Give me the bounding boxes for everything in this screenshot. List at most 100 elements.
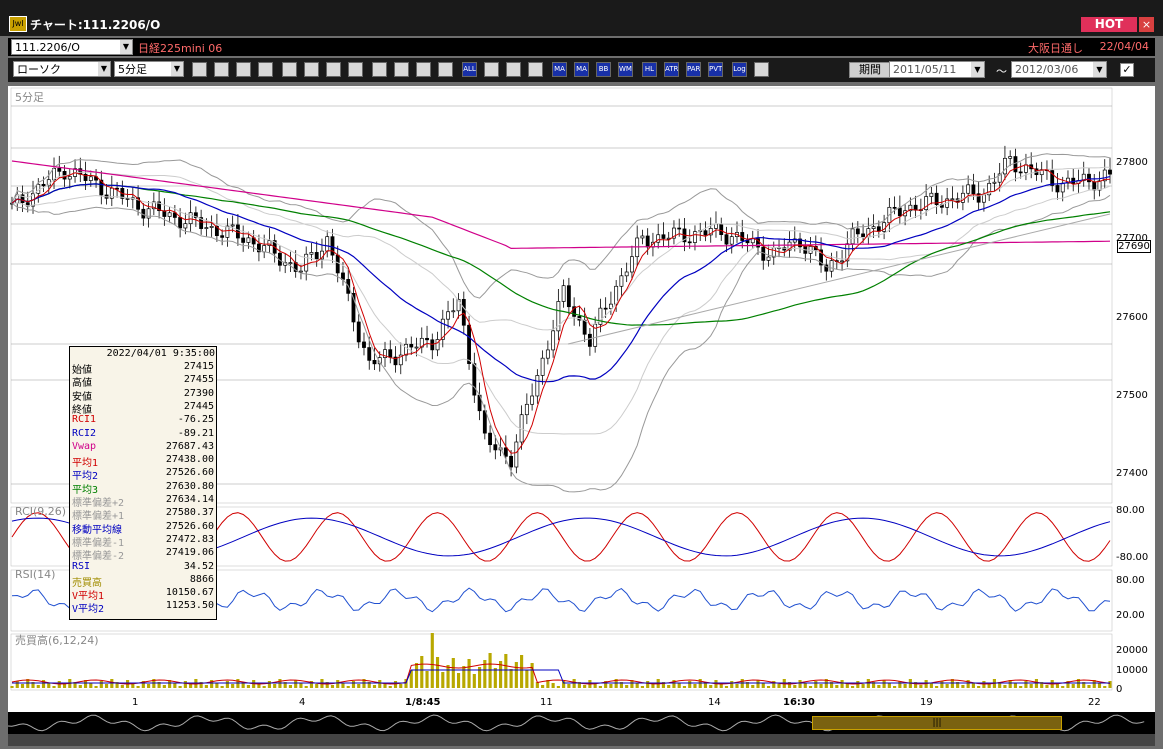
volume-bar — [420, 656, 424, 688]
volume-bar — [893, 686, 897, 688]
volume-bar — [982, 681, 986, 688]
candle-body — [897, 207, 902, 217]
tool-ma-button[interactable]: MA — [552, 62, 567, 77]
volume-bar — [851, 686, 855, 688]
grid-icon[interactable] — [282, 62, 297, 77]
close-icon[interactable]: × — [1139, 17, 1154, 32]
volume-bar — [609, 684, 613, 688]
candle-body — [661, 234, 666, 239]
tool-pvt-button[interactable]: PVT — [708, 62, 723, 77]
undo-icon[interactable] — [394, 62, 409, 77]
candle-icon[interactable] — [304, 62, 319, 77]
data-row: Vwap 27687.43 — [72, 441, 214, 453]
magnifier-icon[interactable] — [192, 62, 207, 77]
volume-bar — [1024, 681, 1028, 688]
search-icon[interactable] — [258, 62, 273, 77]
volume-bar — [667, 685, 671, 688]
timeframe-select[interactable]: 5分足 ▼ — [114, 61, 184, 77]
data-value: 27580.37 — [165, 507, 214, 519]
candle-body — [367, 347, 372, 361]
box2-icon[interactable] — [438, 62, 453, 77]
hot-button[interactable]: HOT — [1081, 17, 1137, 32]
candle-body — [871, 226, 876, 229]
tool-para-button[interactable]: PARA — [686, 62, 701, 77]
volume-bar — [971, 683, 975, 688]
candle-body — [514, 441, 519, 468]
volume-bar — [20, 684, 25, 688]
volume-bar — [1045, 685, 1049, 688]
volume-bar — [299, 683, 303, 688]
rsi-axis-label: 20.00 — [1116, 610, 1145, 621]
data-value: 27445 — [183, 400, 214, 412]
data-value: 27438.00 — [165, 454, 214, 466]
candle-body — [488, 432, 492, 446]
candle-body — [861, 233, 865, 238]
volume-bar — [551, 683, 555, 688]
date-from-value: 2011/05/11 — [893, 63, 957, 76]
tool-bb-button[interactable]: BB — [596, 62, 611, 77]
x-axis-label: 11 — [540, 697, 553, 708]
chart-type-select[interactable]: ローソク ▼ — [13, 61, 111, 77]
data-row: RCI2 -89.21 — [72, 428, 214, 440]
candle-body — [1060, 182, 1065, 193]
volume-bar — [1003, 685, 1007, 688]
tool-wma-button[interactable]: WMA — [618, 62, 633, 77]
grip-icon[interactable]: ||| — [931, 718, 943, 728]
calendar-icon[interactable]: ▼ — [1093, 62, 1106, 77]
candle-body — [766, 256, 771, 261]
volume-bar — [435, 657, 440, 688]
period-button[interactable]: 期間 — [849, 62, 891, 78]
tool-log-button[interactable]: Log — [732, 62, 747, 77]
box-icon[interactable] — [416, 62, 431, 77]
volume-bar — [903, 684, 907, 688]
symbol-select[interactable]: 111.2206/O ▼ — [11, 39, 133, 55]
volume-bar — [919, 685, 923, 688]
rsi-panel-label: RSI(14) — [15, 568, 56, 581]
candle-body — [624, 271, 629, 277]
volume-bar — [451, 658, 455, 688]
window-title: チャート:111.2206/O — [30, 18, 161, 32]
chevron-down-icon[interactable]: ▼ — [171, 62, 183, 76]
volume-bar — [541, 685, 545, 688]
calendar-icon[interactable]: ▼ — [971, 62, 984, 77]
volume-bar — [357, 684, 361, 688]
candle-body — [850, 228, 855, 245]
crosshair-icon[interactable] — [214, 62, 229, 77]
candle-body — [603, 307, 608, 310]
volume-bar — [935, 686, 939, 688]
volume-bar — [246, 685, 250, 688]
tool-atr-button[interactable]: ATR — [664, 62, 679, 77]
candle-body — [981, 194, 986, 203]
volume-bar — [10, 686, 14, 688]
chevron-down-icon[interactable]: ▼ — [120, 40, 132, 54]
volume-bar — [766, 686, 771, 688]
data-value: 34.52 — [183, 560, 214, 572]
date-from-field[interactable]: 2011/05/11 ▼ — [889, 61, 985, 78]
window-titlebar: Jwl チャート:111.2206/O HOT × — [0, 0, 1163, 36]
price-axis-label: 27600 — [1116, 312, 1148, 323]
fibo-icon[interactable] — [484, 62, 499, 77]
candle-body — [304, 253, 309, 272]
window-icon[interactable] — [754, 62, 769, 77]
candle-body — [88, 176, 93, 181]
tool-all-button[interactable]: ALL — [462, 62, 477, 77]
period-checkbox[interactable]: ✓ — [1120, 63, 1134, 77]
date-to-field[interactable]: 2012/03/06 ▼ — [1011, 61, 1107, 78]
data-key: RCI2 — [72, 427, 97, 439]
candle-body — [451, 310, 456, 313]
volume-bar — [835, 685, 839, 688]
brush-icon[interactable] — [506, 62, 521, 77]
candle-body — [509, 455, 514, 468]
volume-bar — [793, 685, 797, 688]
data-value: 27415 — [183, 361, 214, 372]
alert-icon[interactable] — [326, 62, 341, 77]
chevron-down-icon[interactable]: ▼ — [98, 62, 110, 76]
tool-hl-button[interactable]: HL — [642, 62, 657, 77]
zoom-icon[interactable] — [236, 62, 251, 77]
pen-icon[interactable] — [348, 62, 363, 77]
tool-ma-button[interactable]: MA — [574, 62, 589, 77]
color-icon[interactable] — [528, 62, 543, 77]
date-to-value: 2012/03/06 — [1015, 63, 1079, 76]
cursor-icon[interactable] — [372, 62, 387, 77]
datetime: 2022/04/01 9:35:00 — [106, 348, 215, 359]
